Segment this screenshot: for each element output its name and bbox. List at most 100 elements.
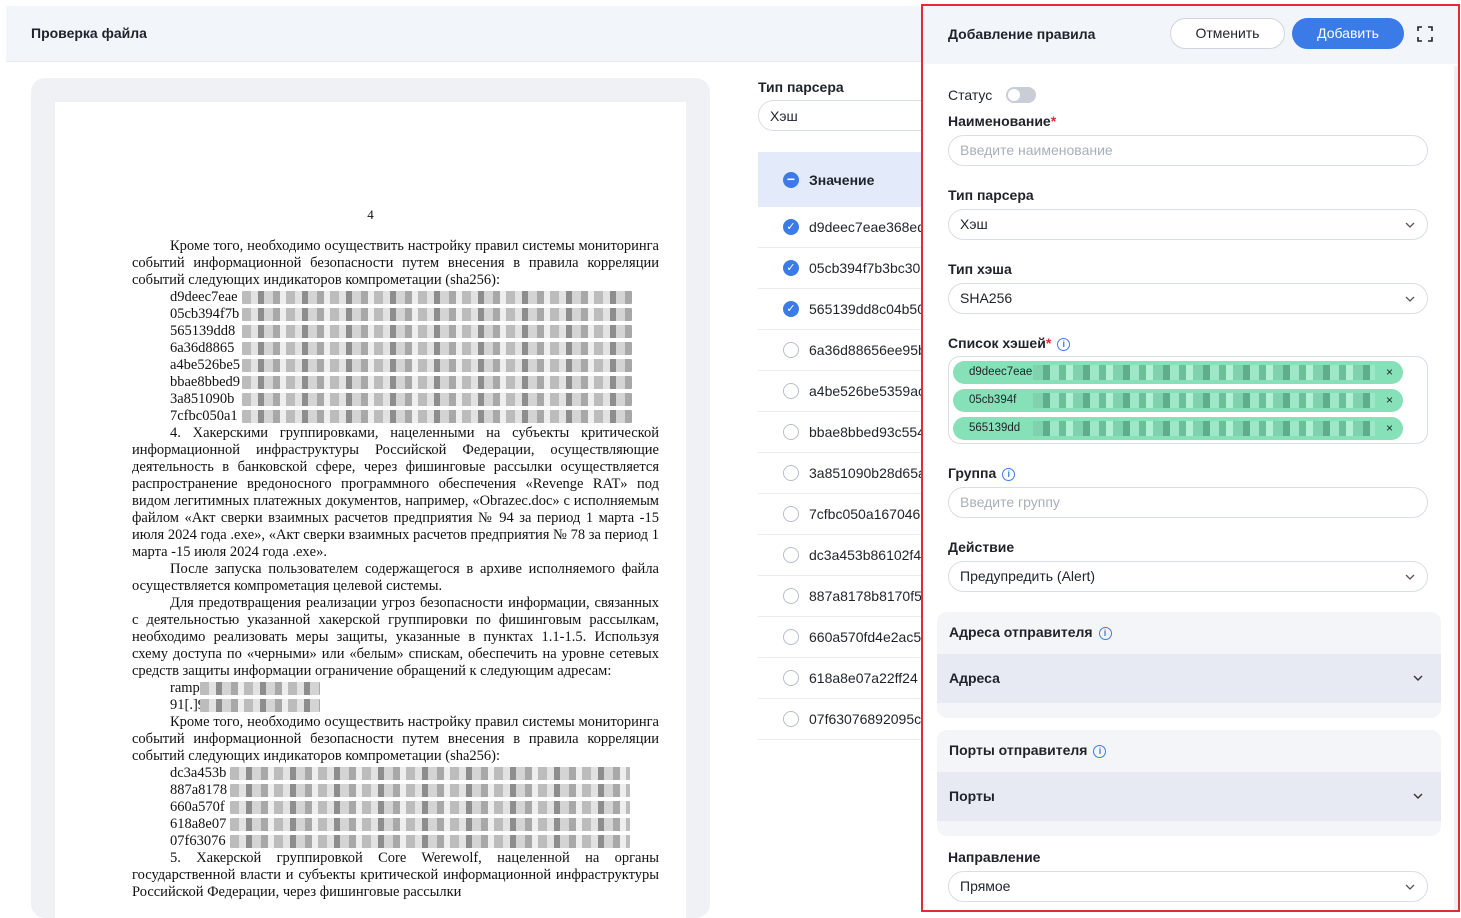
drawer-scrollbar[interactable] [1454, 66, 1458, 910]
doc-hash-text: 660a570f [170, 799, 225, 815]
row-checkbox[interactable] [783, 547, 799, 563]
chevron-down-icon [1405, 574, 1415, 580]
table-row[interactable]: ✓ d9deec7eae368ed [758, 207, 923, 248]
remove-chip-icon[interactable]: × [1386, 389, 1393, 412]
doc-hash-text: 05cb394f7b [170, 306, 240, 322]
doc-hash-line: 618a8e07 [132, 816, 659, 833]
row-checkbox[interactable] [783, 629, 799, 645]
hash-list-field[interactable]: d9deec7eae × 05cb394f × 565139dd × [948, 356, 1428, 444]
row-value: d9deec7eae368ed [809, 219, 923, 235]
row-value: 05cb394f7b3bc30 [809, 260, 921, 276]
select-all-checkbox[interactable]: − [783, 171, 799, 188]
hash-type-select[interactable]: SHA256 [948, 283, 1428, 314]
doc-hash-line: 887a8178 [132, 782, 659, 799]
table-row[interactable]: dc3a453b86102f4 [758, 535, 923, 576]
row-checkbox[interactable] [783, 383, 799, 399]
direction-select[interactable]: Прямое [948, 871, 1428, 902]
row-value: 6a36d88656ee95b [809, 342, 923, 358]
hash-chip-text: d9deec7eae [969, 366, 1033, 378]
chevron-down-icon [1413, 675, 1423, 681]
redacted-block [1033, 365, 1375, 380]
column-header-value: Значение [809, 171, 875, 188]
group-label: Группа i [948, 465, 1016, 481]
action-select[interactable]: Предупредить (Alert) [948, 561, 1428, 592]
row-value: 7cfbc050a167046 [809, 506, 921, 522]
row-value: bbae8bbed93c554 [809, 424, 923, 440]
table-row[interactable]: a4be526be5359ac [758, 371, 923, 412]
direction-label: Направление [948, 849, 1041, 865]
table-row[interactable]: bbae8bbed93c554 [758, 412, 923, 453]
doc-hash-text: d9deec7eae [170, 289, 238, 305]
ports-collapse[interactable]: Порты [937, 772, 1441, 821]
table-row[interactable]: 07f63076892095c [758, 699, 923, 740]
row-checkbox[interactable]: ✓ [783, 260, 799, 276]
table-row[interactable]: 618a8e07a22ff24 [758, 658, 923, 699]
doc-paragraph: Для предотвращения реализации угроз безо… [132, 595, 659, 679]
info-icon[interactable]: i [1093, 745, 1107, 758]
row-value: 660a570fd4e2ac5 [809, 629, 922, 645]
redacted-block [230, 784, 630, 797]
hash-chip[interactable]: d9deec7eae × [953, 361, 1403, 384]
table-row[interactable]: ✓ 05cb394f7b3bc30 [758, 248, 923, 289]
row-checkbox[interactable] [783, 711, 799, 727]
doc-hash-text: dc3a453b [170, 765, 227, 781]
table-row[interactable]: 887a8178b8170f5 [758, 576, 923, 617]
name-input[interactable]: Введите наименование [948, 135, 1428, 166]
table-row[interactable]: 7cfbc050a167046 [758, 494, 923, 535]
doc-hash-list: d9deec7eae 05cb394f7b 565139dd8 6a36d8865 a4… [132, 289, 659, 425]
parser-type-field-label: Тип парсера [948, 187, 1034, 203]
table-row[interactable]: 6a36d88656ee95b [758, 330, 923, 371]
redacted-block [230, 801, 630, 814]
chevron-down-icon [1405, 884, 1415, 890]
row-value: 887a8178b8170f5 [809, 588, 922, 604]
redacted-block [242, 325, 632, 338]
row-checkbox[interactable] [783, 342, 799, 358]
expand-icon[interactable] [1417, 26, 1433, 42]
row-value: 565139dd8c04b50 [809, 301, 923, 317]
table-row[interactable]: 660a570fd4e2ac5 [758, 617, 923, 658]
page-number: 4 [367, 207, 374, 222]
row-checkbox[interactable] [783, 465, 799, 481]
doc-hash-line: bbae8bbed9 [132, 374, 659, 391]
parser-type-select[interactable]: Хэш [758, 100, 938, 131]
parser-type-field-select[interactable]: Хэш [948, 209, 1428, 240]
row-checkbox[interactable]: ✓ [783, 219, 799, 235]
hash-chip[interactable]: 05cb394f × [953, 389, 1403, 412]
addresses-collapse[interactable]: Адреса [937, 654, 1441, 703]
hash-chip[interactable]: 565139dd × [953, 417, 1403, 440]
sender-ports-title: Порты отправителя i [949, 742, 1107, 758]
row-checkbox[interactable] [783, 588, 799, 604]
redacted-block [230, 767, 630, 780]
row-checkbox[interactable] [783, 424, 799, 440]
redacted-block [242, 359, 632, 372]
row-checkbox[interactable]: ✓ [783, 301, 799, 317]
group-input[interactable]: Введите группу [948, 487, 1428, 518]
doc-address-list: rampa 91[.]9 [132, 680, 659, 714]
table-row[interactable]: ✓ 565139dd8c04b50 [758, 289, 923, 330]
add-button[interactable]: Добавить [1292, 18, 1404, 49]
doc-hash-text: 565139dd8 [170, 323, 236, 339]
remove-chip-icon[interactable]: × [1386, 361, 1393, 384]
doc-hash-line: 07f63076 [132, 833, 659, 850]
row-checkbox[interactable] [783, 506, 799, 522]
doc-hash-text: 07f63076 [170, 833, 226, 849]
doc-hash-line: 91[.]9 [132, 697, 659, 714]
cancel-button[interactable]: Отменить [1170, 18, 1285, 49]
doc-hash-text: a4be526be5 [170, 357, 241, 373]
doc-hash-list: dc3a453b 887a8178 660a570f 618a8e07 07f63076 [132, 765, 659, 850]
row-value: a4be526be5359ac [809, 383, 923, 399]
doc-hash-line: d9deec7eae [132, 289, 659, 306]
info-icon[interactable]: i [1098, 627, 1112, 640]
info-icon[interactable]: i [1057, 338, 1071, 351]
row-checkbox[interactable] [783, 670, 799, 686]
status-toggle[interactable] [1006, 87, 1036, 103]
redacted-block [1033, 421, 1375, 436]
redacted-block [1033, 393, 1375, 408]
doc-hash-line: a4be526be5 [132, 357, 659, 374]
remove-chip-icon[interactable]: × [1386, 417, 1393, 440]
name-label: Наименование* [948, 113, 1057, 129]
values-table: − Значение ✓ d9deec7eae368ed ✓ 05cb394f7b3b… [758, 152, 923, 740]
table-row[interactable]: 3a851090b28d65a [758, 453, 923, 494]
document-text: Кроме того, необходимо осуществить настр… [132, 238, 659, 901]
info-icon[interactable]: i [1002, 468, 1016, 481]
